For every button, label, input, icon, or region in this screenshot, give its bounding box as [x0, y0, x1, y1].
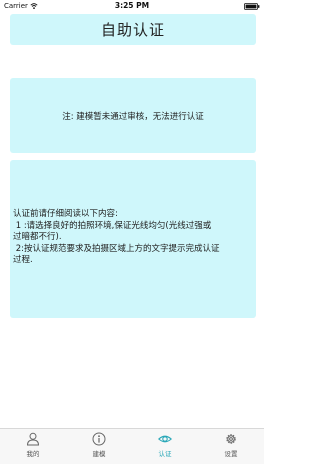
tab-label: 建模: [92, 450, 106, 458]
eye-icon: [158, 435, 172, 443]
instructions-line: 过程.: [13, 255, 33, 265]
tab-label: 我的: [26, 450, 40, 458]
info-icon: [92, 432, 106, 446]
tab-settings[interactable]: 设置: [198, 429, 264, 464]
title-card: 自助认证: [10, 14, 256, 45]
instructions-line: 2:按认证规范要求及拍摄区域上方的文字提示完成认证: [13, 243, 220, 254]
instructions-card: 认证前请仔细阅读以下内容: 1 :请选择良好的拍照环境,保证光线均匀(光线过强或…: [10, 160, 256, 318]
instructions-line: 1 :请选择良好的拍照环境,保证光线均匀(光线过强或: [13, 220, 212, 231]
tab-mine[interactable]: 我的: [0, 429, 66, 464]
notice-card: 注: 建模暂未通过审核，无法进行认证: [10, 78, 256, 153]
status-time: 3:25 PM: [114, 1, 150, 10]
tab-label: 设置: [224, 450, 238, 458]
tab-label: 认证: [158, 450, 172, 458]
tab-bar: 我的 建模 认证 设置: [0, 428, 264, 464]
tab-verify[interactable]: 认证: [132, 429, 198, 464]
instructions-line: 过暗都不行).: [13, 232, 62, 242]
instructions-line: 认证前请仔细阅读以下内容:: [13, 209, 118, 219]
screen: Carrier 3:25 PM 自助认证 注: 建模暂未通过审核，无法进行认证 …: [0, 0, 264, 464]
battery-icon: [244, 3, 260, 10]
page-title: 自助认证: [100, 21, 165, 39]
status-bar: Carrier 3:25 PM: [0, 0, 264, 12]
gear-icon: [226, 434, 236, 444]
person-icon: [26, 432, 40, 446]
tab-modeling[interactable]: 建模: [66, 429, 132, 464]
notice-text: 注: 建模暂未通过审核，无法进行认证: [62, 111, 204, 122]
